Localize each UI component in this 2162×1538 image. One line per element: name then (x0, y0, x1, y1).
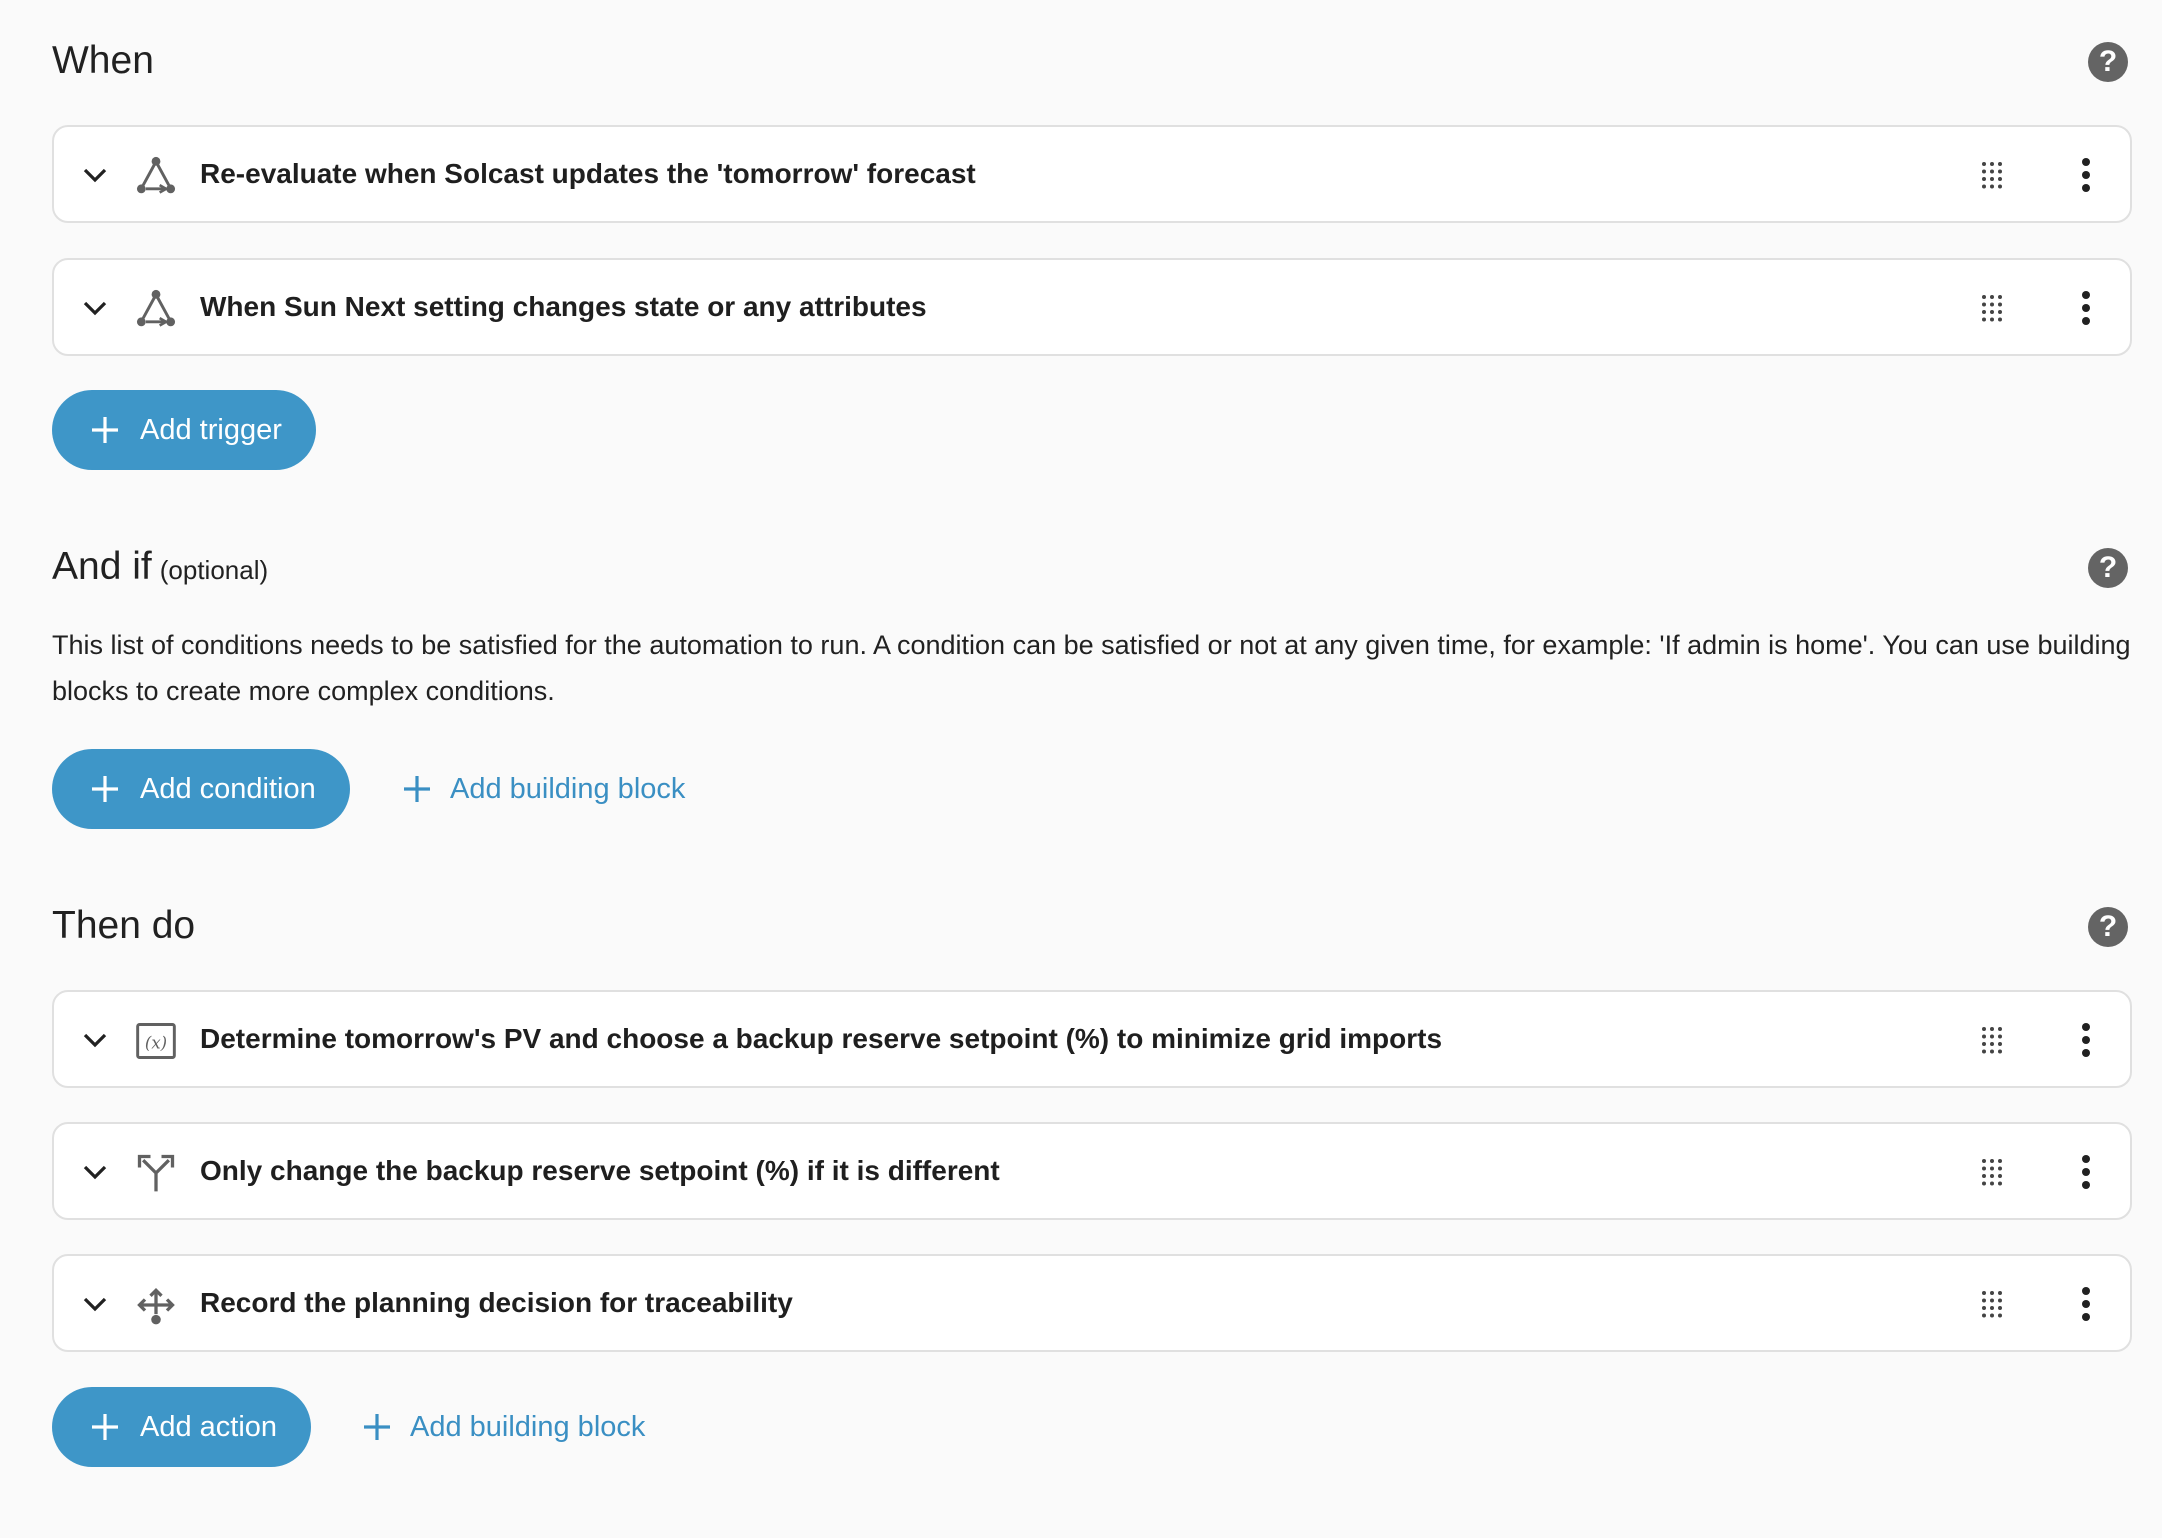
drag-handle-icon[interactable] (1980, 1289, 2004, 1319)
plus-icon (92, 1414, 118, 1440)
and-if-section: And if (optional) ? This list of conditio… (52, 532, 2132, 829)
more-vert-icon[interactable] (2080, 1022, 2092, 1058)
chevron-down-icon[interactable] (80, 1157, 110, 1187)
plus-icon (364, 1414, 390, 1440)
plus-icon (92, 776, 118, 802)
chevron-down-icon[interactable] (80, 293, 110, 323)
choose-icon (137, 1154, 175, 1192)
more-vert-icon[interactable] (2080, 290, 2092, 326)
then-do-header: Then do ? (52, 891, 2132, 961)
action-row[interactable]: (x) Determine tomorrow's PV and choose a… (52, 990, 2132, 1088)
trigger-label: Re-evaluate when Solcast updates the 'to… (200, 158, 976, 189)
event-icon (137, 1287, 175, 1325)
more-vert-icon[interactable] (2080, 1286, 2092, 1322)
and-if-header: And if (optional) ? (52, 532, 2132, 602)
then-do-title: Then do (52, 904, 196, 947)
action-row[interactable]: Record the planning decision for traceab… (52, 1254, 2132, 1352)
help-icon[interactable]: ? (2088, 907, 2128, 947)
more-vert-icon[interactable] (2080, 1154, 2092, 1190)
trigger-row[interactable]: When Sun Next setting changes state or a… (52, 258, 2132, 356)
action-label: Record the planning decision for traceab… (200, 1287, 793, 1318)
drag-handle-icon[interactable] (1980, 160, 2004, 190)
svg-text:(x): (x) (145, 1033, 167, 1052)
add-action-label: Add action (140, 1411, 278, 1443)
variables-icon: (x) (136, 1023, 176, 1059)
optional-label: (optional) (159, 555, 269, 585)
more-vert-icon[interactable] (2080, 157, 2092, 193)
drag-handle-icon[interactable] (1980, 1157, 2004, 1187)
trigger-row[interactable]: Re-evaluate when Solcast updates the 'to… (52, 125, 2132, 223)
when-title: When (52, 39, 154, 82)
then-do-section: Then do ? (x) Determine tomorrow's PV an… (52, 891, 2132, 1467)
add-trigger-label: Add trigger (140, 414, 282, 446)
drag-handle-icon[interactable] (1980, 1025, 2004, 1055)
add-building-block-button[interactable]: Add building block (362, 1387, 645, 1467)
add-building-block-label: Add building block (450, 773, 686, 805)
state-trigger-icon (136, 156, 176, 194)
when-section: When ? Re-evaluate when Solcast updates … (52, 26, 2132, 470)
chevron-down-icon[interactable] (80, 160, 110, 190)
add-condition-button[interactable]: Add condition (52, 749, 350, 829)
help-icon[interactable]: ? (2088, 548, 2128, 588)
chevron-down-icon[interactable] (80, 1025, 110, 1055)
help-icon[interactable]: ? (2088, 42, 2128, 82)
plus-icon (92, 417, 118, 443)
when-header: When ? (52, 26, 2132, 96)
action-row[interactable]: Only change the backup reserve setpoint … (52, 1122, 2132, 1220)
add-condition-label: Add condition (140, 773, 316, 805)
plus-icon (404, 776, 430, 802)
and-if-title-text: And if (52, 545, 152, 588)
add-trigger-button[interactable]: Add trigger (52, 390, 316, 470)
conditions-description: This list of conditions needs to be sati… (52, 630, 2131, 706)
state-trigger-icon (136, 289, 176, 327)
and-if-title: And if (optional) (52, 532, 268, 605)
action-label: Only change the backup reserve setpoint … (200, 1155, 1000, 1186)
drag-handle-icon[interactable] (1980, 293, 2004, 323)
automation-editor: When ? Re-evaluate when Solcast updates … (0, 0, 2162, 1538)
add-building-block-button[interactable]: Add building block (402, 749, 685, 829)
chevron-down-icon[interactable] (80, 1289, 110, 1319)
add-building-block-label: Add building block (410, 1411, 646, 1443)
add-action-button[interactable]: Add action (52, 1387, 312, 1467)
action-label: Determine tomorrow's PV and choose a bac… (200, 1023, 1443, 1054)
trigger-label: When Sun Next setting changes state or a… (200, 291, 927, 322)
